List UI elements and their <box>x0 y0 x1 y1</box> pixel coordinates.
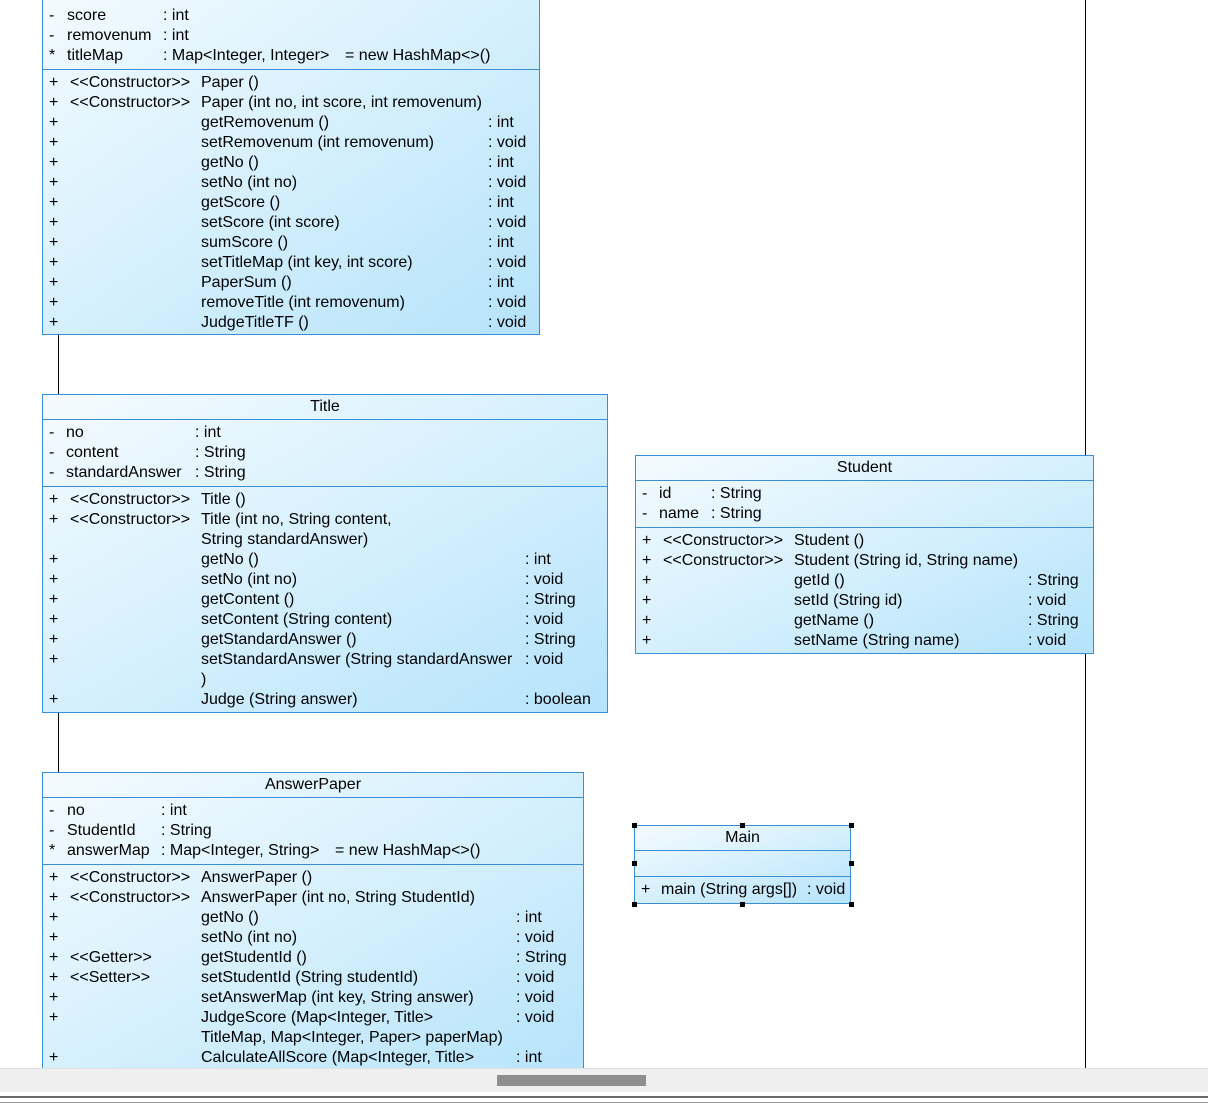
operation-row: + <<Constructor>> Paper (int no, int score… <box>49 94 483 111</box>
answerpaper-attributes: - no: int - StudentId: String * answerMap: … <box>43 798 583 865</box>
operation-row: + PaperSum (): int <box>49 274 514 291</box>
selection-handle-w[interactable] <box>632 861 637 866</box>
operation-row: + setAnswerMap (int key, String answer): … <box>49 989 555 1006</box>
connector-title-answerpaper[interactable] <box>58 712 59 773</box>
operation-row: + main (String args[]) : void <box>641 881 846 898</box>
operation-row: + setContent (String content): void <box>49 611 564 628</box>
operation-row: + getScore (): int <box>49 194 514 211</box>
student-operations: + <<Constructor>> Student () + <<Constructo… <box>636 528 1093 654</box>
operation-row: + <<Constructor>> AnswerPaper () <box>49 869 313 886</box>
operation-row: + getNo (): int <box>49 551 551 568</box>
operation-row: + setId (String id): void <box>642 592 1067 609</box>
operation-row: ) <box>201 671 207 688</box>
attribute-row: - no: int <box>49 424 221 441</box>
operation-row: + setTitleMap (int key, int score): void <box>49 254 527 271</box>
class-name: Student <box>636 456 1093 481</box>
class-student[interactable]: Student - id: String - name: String + <<Con… <box>635 455 1094 654</box>
operation-row: + setStandardAnswer (String standardAnswe… <box>49 651 564 668</box>
attribute-row: - standardAnswer: String <box>49 464 246 481</box>
operation-row: + getStandardAnswer (): String <box>49 631 576 648</box>
operation-row: + <<Setter>> setStudentId (String studentI… <box>49 969 555 986</box>
title-attributes: - no: int - content: String - standardAnswe… <box>43 420 607 487</box>
class-main[interactable]: Main + main (String args[]) : void <box>634 825 851 904</box>
operation-row: + <<Constructor>> Paper () <box>49 74 259 91</box>
attribute-row: - name: String <box>642 505 762 522</box>
operation-row: + setScore (int score): void <box>49 214 527 231</box>
operation-row: + <<Constructor>> Student () <box>642 532 865 549</box>
operation-row: + getName (): String <box>642 612 1079 629</box>
selection-handle-se[interactable] <box>849 902 854 907</box>
operation-row: + JudgeScore (Map<Integer, Title>: void <box>49 1009 555 1026</box>
selection-handle-nw[interactable] <box>632 823 637 828</box>
operation-row: + CalculateAllScore (Map<Integer, Title>:… <box>49 1049 542 1066</box>
connector-paper-title[interactable] <box>58 334 59 395</box>
operation-row: + getNo (): int <box>49 154 514 171</box>
operation-row: + Judge (String answer): boolean <box>49 691 591 708</box>
operation-row: + <<Getter>> getStudentId (): String <box>49 949 567 966</box>
main-operations: + main (String args[]) : void <box>635 877 850 903</box>
operation-row: + getContent (): String <box>49 591 576 608</box>
selection-handle-sw[interactable] <box>632 902 637 907</box>
window-divider <box>0 1096 1208 1098</box>
operation-row: + setNo (int no): void <box>49 929 555 946</box>
operation-row: + setNo (int no): void <box>49 174 527 191</box>
operation-row: + <<Constructor>> Title () <box>49 491 246 508</box>
selection-handle-s[interactable] <box>740 902 745 907</box>
selection-handle-ne[interactable] <box>849 823 854 828</box>
operation-row: + <<Constructor>> AnswerPaper (int no, Str… <box>49 889 475 906</box>
class-answerpaper[interactable]: AnswerPaper - no: int - StudentId: String … <box>42 772 584 1068</box>
main-attributes <box>635 851 850 877</box>
attribute-row: - content: String <box>49 444 246 461</box>
answerpaper-operations: + <<Constructor>> AnswerPaper () + <<Constr… <box>43 865 583 1068</box>
operation-row: + removeTitle (int removenum): void <box>49 294 527 311</box>
operation-row: + <<Constructor>> Student (String id, Stri… <box>642 552 1019 569</box>
attribute-row: - id: String <box>642 485 762 502</box>
paper-attributes: - no : int - score : int - removenum : i… <box>43 0 539 70</box>
operation-row: + setNo (int no): void <box>49 571 564 588</box>
selection-handle-n[interactable] <box>740 823 745 828</box>
operation-row: + setName (String name): void <box>642 632 1067 649</box>
attribute-row: - no: int <box>49 802 187 819</box>
operation-row: + setRemovenum (int removenum): void <box>49 134 527 151</box>
operation-row: + JudgeTitleTF (): void <box>49 314 527 331</box>
scrollbar-thumb[interactable] <box>497 1075 646 1086</box>
class-name: AnswerPaper <box>43 773 583 798</box>
horizontal-scrollbar[interactable] <box>0 1068 1208 1092</box>
attribute-row: * answerMap: Map<Integer, String> = new Ha… <box>49 842 481 859</box>
title-operations: + <<Constructor>> Title () + <<Constructor>… <box>43 487 607 713</box>
attribute-row: - removenum : int <box>49 27 189 44</box>
operation-row: TitleMap, Map<Integer, Paper> paperMap) <box>201 1029 503 1046</box>
student-attributes: - id: String - name: String <box>636 481 1093 528</box>
attribute-row: - score : int <box>49 7 189 24</box>
operation-row: + getNo (): int <box>49 909 542 926</box>
operation-row: + <<Constructor>> Title (int no, String co… <box>49 511 392 528</box>
class-title[interactable]: Title - no: int - content: String - standar… <box>42 394 608 713</box>
attribute-row: - StudentId: String <box>49 822 212 839</box>
window-divider <box>0 1102 1208 1103</box>
selection-handle-e[interactable] <box>849 861 854 866</box>
attribute-row: * titleMap : Map<Integer, Integer> = new… <box>49 47 491 64</box>
operation-row: + getId (): String <box>642 572 1079 589</box>
operation-row: + sumScore (): int <box>49 234 514 251</box>
diagram-canvas[interactable]: - no : int - score : int - removenum : i… <box>0 0 1208 1068</box>
class-name: Main <box>635 826 850 851</box>
class-name: Title <box>43 395 607 420</box>
paper-operations: + <<Constructor>> Paper () + <<Constructor>… <box>43 70 539 336</box>
class-paper[interactable]: - no : int - score : int - removenum : i… <box>42 0 540 335</box>
operation-row: + getRemovenum (): int <box>49 114 514 131</box>
operation-row: String standardAnswer) <box>201 531 369 548</box>
